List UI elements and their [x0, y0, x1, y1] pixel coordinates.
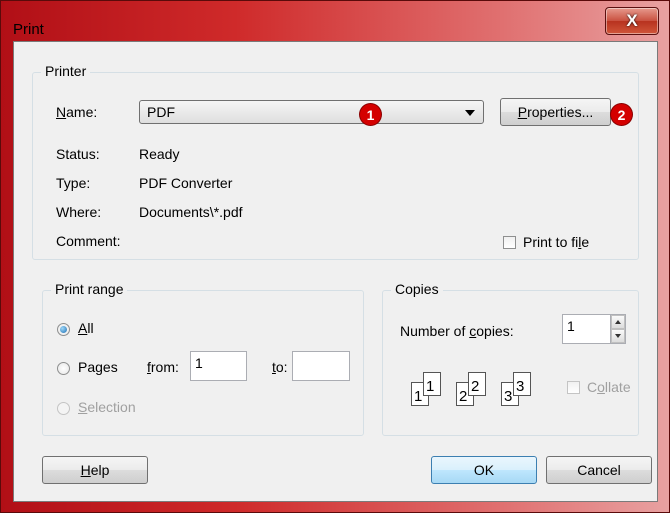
spin-down-icon[interactable]: [611, 329, 625, 343]
selection-radio-label[interactable]: Selection: [78, 399, 136, 415]
collate-label[interactable]: Collate: [587, 379, 631, 395]
printer-group-label: Printer: [41, 63, 91, 79]
comment-label: Comment:: [56, 233, 121, 249]
properties-button[interactable]: Properties...: [500, 98, 611, 126]
status-label: Status:: [56, 146, 100, 162]
dialog-body: Printer Name: PDF 1 Properties... 2 Stat…: [13, 41, 658, 502]
pages-radio-label[interactable]: Pages: [78, 359, 118, 375]
from-label: from:: [147, 359, 179, 375]
cancel-button[interactable]: Cancel: [546, 456, 652, 484]
close-icon: X: [626, 11, 638, 30]
where-label: Where:: [56, 204, 102, 220]
collate-page: 3: [513, 372, 531, 396]
close-button[interactable]: X: [605, 7, 659, 35]
chevron-down-icon: [465, 110, 475, 116]
spin-up-icon[interactable]: [611, 315, 625, 329]
status-value: Ready: [139, 146, 180, 162]
collate-page: 2: [468, 372, 486, 396]
callout-badge-2: 2: [611, 104, 632, 125]
title-bar[interactable]: Print X: [1, 1, 669, 41]
collate-checkbox[interactable]: [567, 381, 580, 394]
pages-radio[interactable]: [57, 362, 70, 375]
print-to-file-checkbox[interactable]: [503, 236, 516, 249]
copies-group: Copies: [382, 281, 639, 436]
all-radio[interactable]: [57, 323, 70, 336]
callout-badge-1: 1: [360, 104, 381, 125]
type-value: PDF Converter: [139, 175, 233, 191]
window-title: Print: [13, 21, 44, 38]
print-to-file-label[interactable]: Print to file: [523, 234, 589, 250]
print-range-group-label: Print range: [51, 281, 128, 297]
to-input[interactable]: [292, 351, 350, 381]
ok-button[interactable]: OK: [431, 456, 537, 484]
name-label: Name:: [56, 104, 98, 120]
where-value: Documents\*.pdf: [139, 204, 243, 220]
help-button-label: Help: [80, 462, 110, 478]
print-dialog-window: Print X Printer Name: PDF 1 Properties..…: [0, 0, 670, 513]
copies-group-label: Copies: [391, 281, 443, 297]
type-label: Type:: [56, 175, 91, 191]
ok-button-label: OK: [473, 462, 495, 478]
copies-spinner[interactable]: [610, 314, 626, 344]
printer-name-dropdown[interactable]: PDF: [139, 100, 484, 124]
to-label: to:: [272, 359, 288, 375]
number-of-copies-input[interactable]: 1: [562, 314, 612, 344]
collate-page: 1: [423, 372, 441, 396]
properties-button-label: Properties...: [517, 104, 594, 120]
selection-radio[interactable]: [57, 402, 70, 415]
printer-name-value: PDF: [147, 104, 175, 120]
help-button[interactable]: Help: [42, 456, 148, 484]
all-radio-label[interactable]: All: [78, 320, 94, 336]
from-input[interactable]: 1: [190, 351, 247, 381]
cancel-button-label: Cancel: [577, 462, 621, 478]
number-of-copies-label: Number of copies:: [400, 323, 514, 339]
